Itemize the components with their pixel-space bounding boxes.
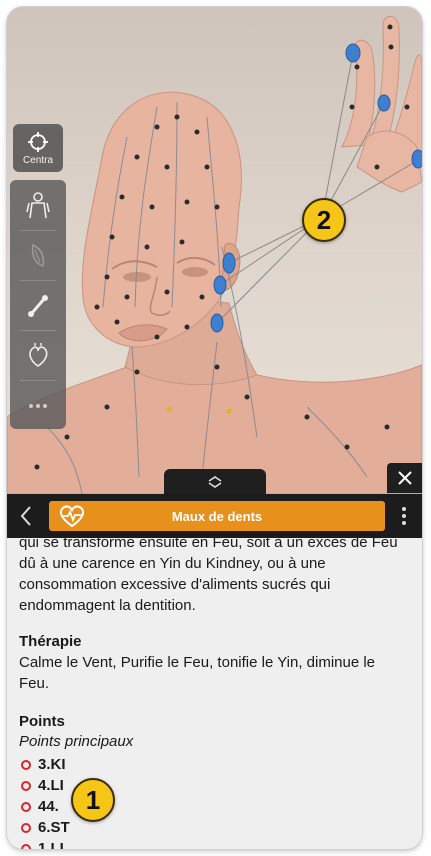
detail-header: Maux de dents — [7, 494, 422, 538]
detail-content[interactable]: qui se transforme ensuite en Feu, soit à… — [7, 538, 422, 849]
close-icon — [397, 471, 412, 485]
vertical-dots-icon — [402, 507, 406, 525]
chevron-left-icon — [20, 506, 31, 526]
callout-badge-2: 2 — [302, 198, 346, 242]
panel-expand-handle[interactable] — [164, 469, 266, 494]
point-item[interactable]: 6.ST — [19, 817, 404, 838]
bone-layer-button[interactable] — [16, 286, 60, 326]
layer-toolbar — [10, 180, 66, 429]
more-tools-button[interactable] — [16, 386, 60, 426]
center-view-button[interactable]: Centra — [13, 124, 63, 172]
body-layer-button[interactable] — [16, 186, 60, 226]
points-heading: Points — [19, 713, 65, 730]
close-panel-button[interactable] — [387, 463, 422, 493]
toolbar-divider — [20, 280, 56, 281]
muscle-layer-button[interactable] — [16, 236, 60, 276]
point-label: 1.LI — [38, 840, 64, 849]
point-bullet-icon — [21, 822, 31, 833]
chevron-up-down-icon — [208, 475, 222, 488]
points-subtitle: Points principaux — [19, 733, 134, 750]
point-label: 4.LI — [38, 777, 64, 794]
anatomy-viewer[interactable]: Centra 2 — [7, 7, 422, 494]
point-bullet-icon — [21, 843, 31, 849]
point-bullet-icon — [21, 759, 31, 770]
intro-line: qui se transforme ensuite en Feu, soit à… — [19, 538, 398, 551]
more-dots-icon — [29, 404, 47, 408]
callout-badge-1: 1 — [71, 778, 115, 822]
intro-line: consommation excessive d'aliments sucrés… — [19, 576, 331, 593]
intro-line: dû à une carence en Yin du Kindney, ou à… — [19, 555, 326, 572]
condition-title: Maux de dents — [171, 508, 263, 524]
condition-title-bar: Maux de dents — [49, 501, 385, 531]
intro-line: endommagent la dentition. — [19, 597, 196, 614]
back-button[interactable] — [11, 500, 41, 532]
toolbar-divider — [20, 330, 56, 331]
point-label: 44. — [38, 798, 59, 815]
heart-pulse-icon — [55, 501, 89, 531]
point-label: 6.ST — [38, 819, 70, 836]
point-bullet-icon — [21, 801, 31, 812]
crosshair-icon — [28, 131, 48, 152]
point-bullet-icon — [21, 780, 31, 791]
toolbar-divider — [20, 230, 56, 231]
toolbar-divider — [20, 380, 56, 381]
muscle-icon — [31, 243, 45, 268]
point-item[interactable]: 3.KI — [19, 754, 404, 775]
point-label: 3.KI — [38, 756, 66, 773]
point-item[interactable]: 1.LI — [19, 838, 404, 849]
body-icon — [26, 192, 50, 219]
therapy-text: Calme le Vent, Purifie le Feu, tonifie l… — [19, 654, 376, 692]
center-view-label: Centra — [22, 154, 53, 166]
organ-layer-button[interactable] — [16, 336, 60, 376]
app-window: Centra 2 Maux de dents qui se transforme… — [7, 7, 422, 849]
therapy-heading: Thérapie — [19, 633, 82, 650]
view-toolbar: Centra — [10, 124, 66, 429]
bone-icon — [28, 295, 48, 317]
overflow-menu-button[interactable] — [393, 502, 415, 530]
acupuncture-model[interactable] — [7, 7, 422, 494]
organ-icon — [29, 343, 48, 367]
